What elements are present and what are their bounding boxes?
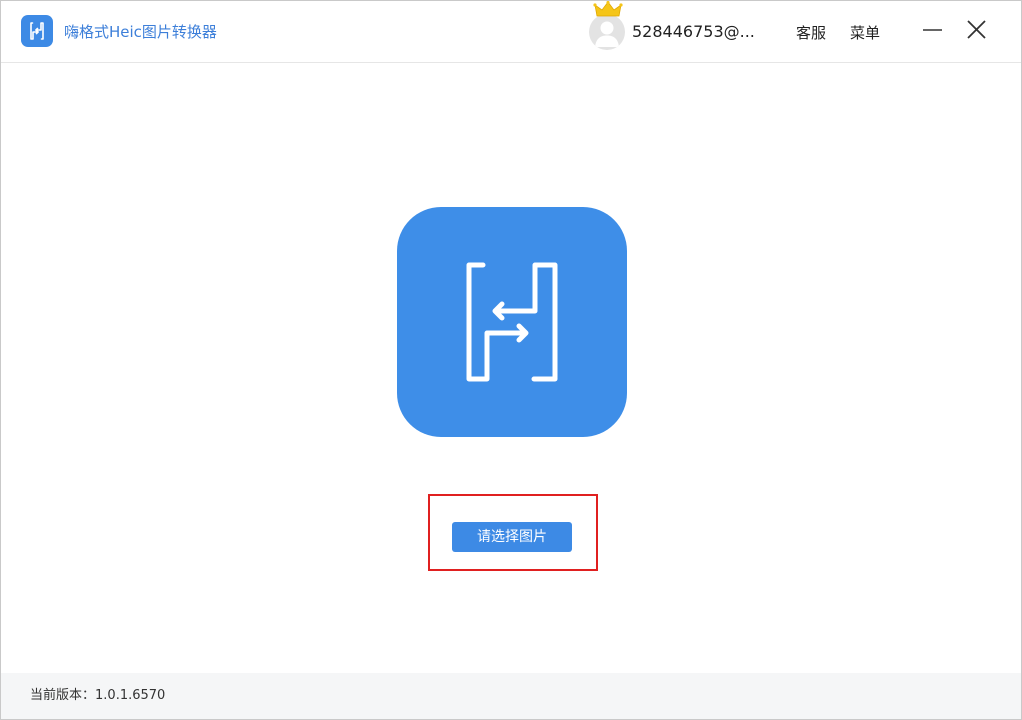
username-label[interactable]: 528446753@... <box>632 22 755 42</box>
close-icon <box>967 20 986 39</box>
minimize-icon <box>923 29 942 31</box>
version-label: 当前版本： <box>30 688 96 703</box>
user-avatar-icon <box>589 14 625 50</box>
heic-converter-logo-icon <box>397 207 627 437</box>
app-window: 嗨格式Heic图片转换器 528446753@... 客服 菜单 请选择图片 当… <box>0 0 1022 720</box>
main-area: 请选择图片 <box>1 63 1021 673</box>
select-image-button[interactable]: 请选择图片 <box>452 522 572 552</box>
version-number: 1.0.1.6570 <box>95 688 166 703</box>
app-title: 嗨格式Heic图片转换器 <box>64 23 217 41</box>
title-bar[interactable]: 嗨格式Heic图片转换器 528446753@... 客服 菜单 <box>1 0 1021 63</box>
app-logo-icon <box>21 15 53 47</box>
menu-button[interactable]: 菜单 <box>850 23 880 43</box>
user-avatar[interactable] <box>589 0 625 50</box>
close-button[interactable] <box>964 17 990 43</box>
status-bar: 当前版本：1.0.1.6570 <box>1 673 1021 719</box>
version-info: 当前版本：1.0.1.6570 <box>30 687 165 705</box>
crown-icon <box>593 0 623 19</box>
customer-service-button[interactable]: 客服 <box>796 23 826 43</box>
minimize-button[interactable] <box>920 17 946 43</box>
